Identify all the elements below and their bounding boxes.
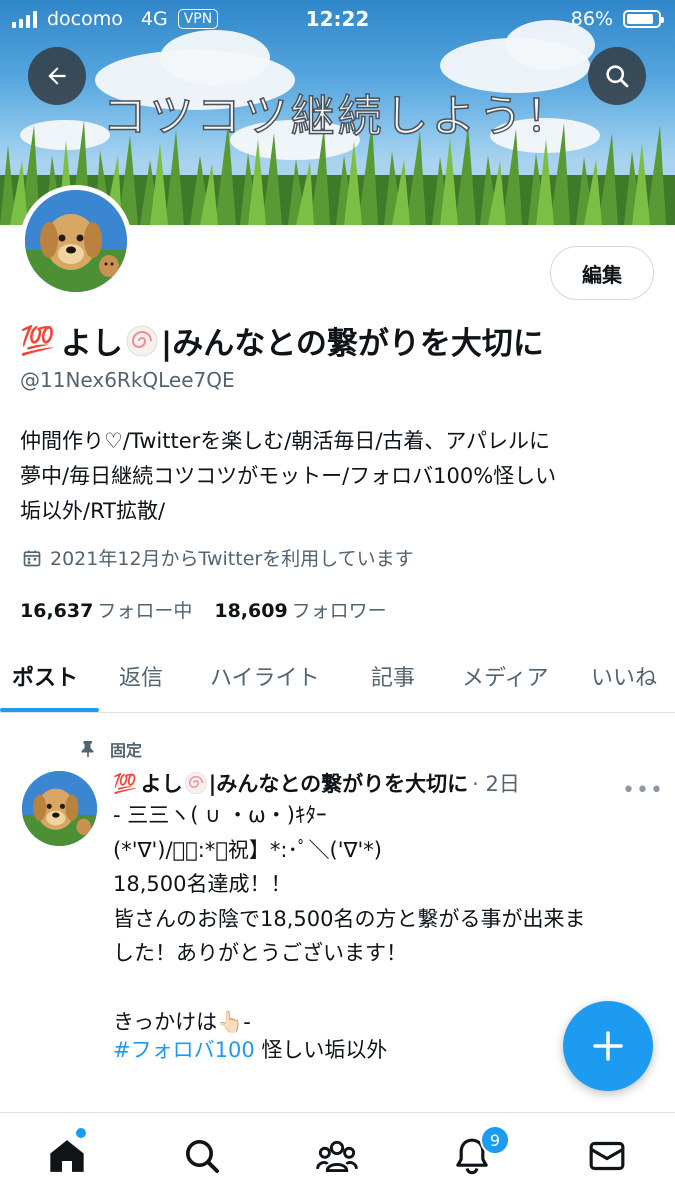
search-button[interactable]: [588, 47, 646, 105]
joined-text: 2021年12月からTwitterを利用しています: [50, 548, 414, 570]
search-icon: [606, 65, 629, 88]
edit-profile-button[interactable]: 編集: [550, 246, 654, 300]
naruto-emoji-icon: [184, 772, 207, 794]
hundred-emoji-icon: 💯: [20, 324, 55, 357]
compose-button[interactable]: [563, 1001, 653, 1091]
battery-percent: 86%: [570, 8, 613, 30]
tweet-avatar[interactable]: [22, 771, 97, 846]
profile-tabs: ポスト 返信 ハイライト 記事 メディア いいね: [0, 640, 675, 713]
active-tab-indicator: [0, 708, 99, 712]
dog-avatar-image: [25, 190, 127, 292]
pinned-label: 固定: [110, 741, 143, 760]
tweet-author-part2[interactable]: |みんなとの繋がりを大切に: [209, 768, 468, 798]
follow-stats: 16,637 フォロー中 18,609 フォロワー: [20, 596, 387, 623]
following-label: フォロー中: [97, 600, 193, 622]
nav-communities[interactable]: [312, 1131, 362, 1181]
home-icon: [50, 1140, 84, 1172]
bottom-navigation: [0, 1112, 675, 1200]
home-unread-dot: [76, 1128, 86, 1138]
hashtag-trailing-text: 怪しい垢以外: [254, 1038, 388, 1062]
banner-title: コツコツ継続しよう！: [102, 90, 573, 143]
mail-icon: [589, 1141, 625, 1171]
followers-count: 18,609: [214, 600, 288, 622]
nav-search[interactable]: [177, 1131, 227, 1181]
back-button[interactable]: [28, 47, 86, 105]
back-arrow-icon: [48, 67, 66, 85]
tab-media[interactable]: メディア: [462, 660, 548, 692]
pin-icon: [81, 741, 94, 757]
profile-display-name: 💯 よし |みんなとの繋がりを大切に: [20, 318, 544, 363]
following-link[interactable]: 16,637 フォロー中: [20, 596, 192, 623]
plus-icon: [593, 1031, 623, 1061]
nav-home[interactable]: [42, 1131, 92, 1181]
calendar-icon: [23, 550, 41, 566]
followers-label: フォロワー: [291, 600, 387, 622]
notifications-badge: 9: [480, 1125, 510, 1155]
tweet-date[interactable]: · 2日: [472, 768, 520, 798]
joined-date: 2021年12月からTwitterを利用しています: [22, 544, 414, 571]
naruto-emoji-icon: [126, 325, 158, 356]
display-name-part1: よし: [60, 326, 123, 362]
tab-highlights[interactable]: ハイライト: [210, 660, 320, 692]
profile-bio: 仲間作り♡/Twitterを楽しむ/朝活毎日/古着、アパレルに 夢中/毎日継続コ…: [20, 429, 557, 523]
tab-likes[interactable]: いいね: [591, 660, 657, 692]
display-name-part2: |みんなとの繋がりを大切に: [160, 326, 544, 362]
battery-icon: [623, 10, 664, 28]
pinned-indicator: 固定: [80, 737, 142, 761]
profile-avatar[interactable]: [20, 185, 132, 297]
tab-replies[interactable]: 返信: [119, 660, 163, 692]
status-bar: docomo 4G VPN 12:22 86%: [0, 0, 675, 38]
hundred-emoji-icon: 💯: [113, 772, 137, 795]
tweet-header: 💯 よし |みんなとの繋がりを大切に · 2日: [113, 768, 520, 798]
tweet-author-part1[interactable]: よし: [141, 768, 183, 798]
following-count: 16,637: [20, 600, 94, 622]
nav-messages[interactable]: [582, 1131, 632, 1181]
tweet-text: - 三三ヽ( ∪ ・ω・)ｷﾀｰ (*'∇')/ﾟ･:*【祝】*:･ﾟ＼('∇'…: [113, 803, 586, 1034]
dog-avatar-image: [22, 771, 97, 846]
followers-link[interactable]: 18,609 フォロワー: [214, 596, 386, 623]
communities-icon: [316, 1140, 358, 1172]
search-icon: [186, 1140, 219, 1173]
tweet-hashtag-line: #フォロバ100 怪しい垢以外: [113, 1034, 387, 1064]
tab-articles[interactable]: 記事: [371, 660, 415, 692]
tab-posts[interactable]: ポスト: [12, 660, 78, 692]
hashtag-link[interactable]: #フォロバ100: [113, 1038, 255, 1062]
profile-handle: @11Nex6RkQLee7QE: [20, 368, 235, 392]
